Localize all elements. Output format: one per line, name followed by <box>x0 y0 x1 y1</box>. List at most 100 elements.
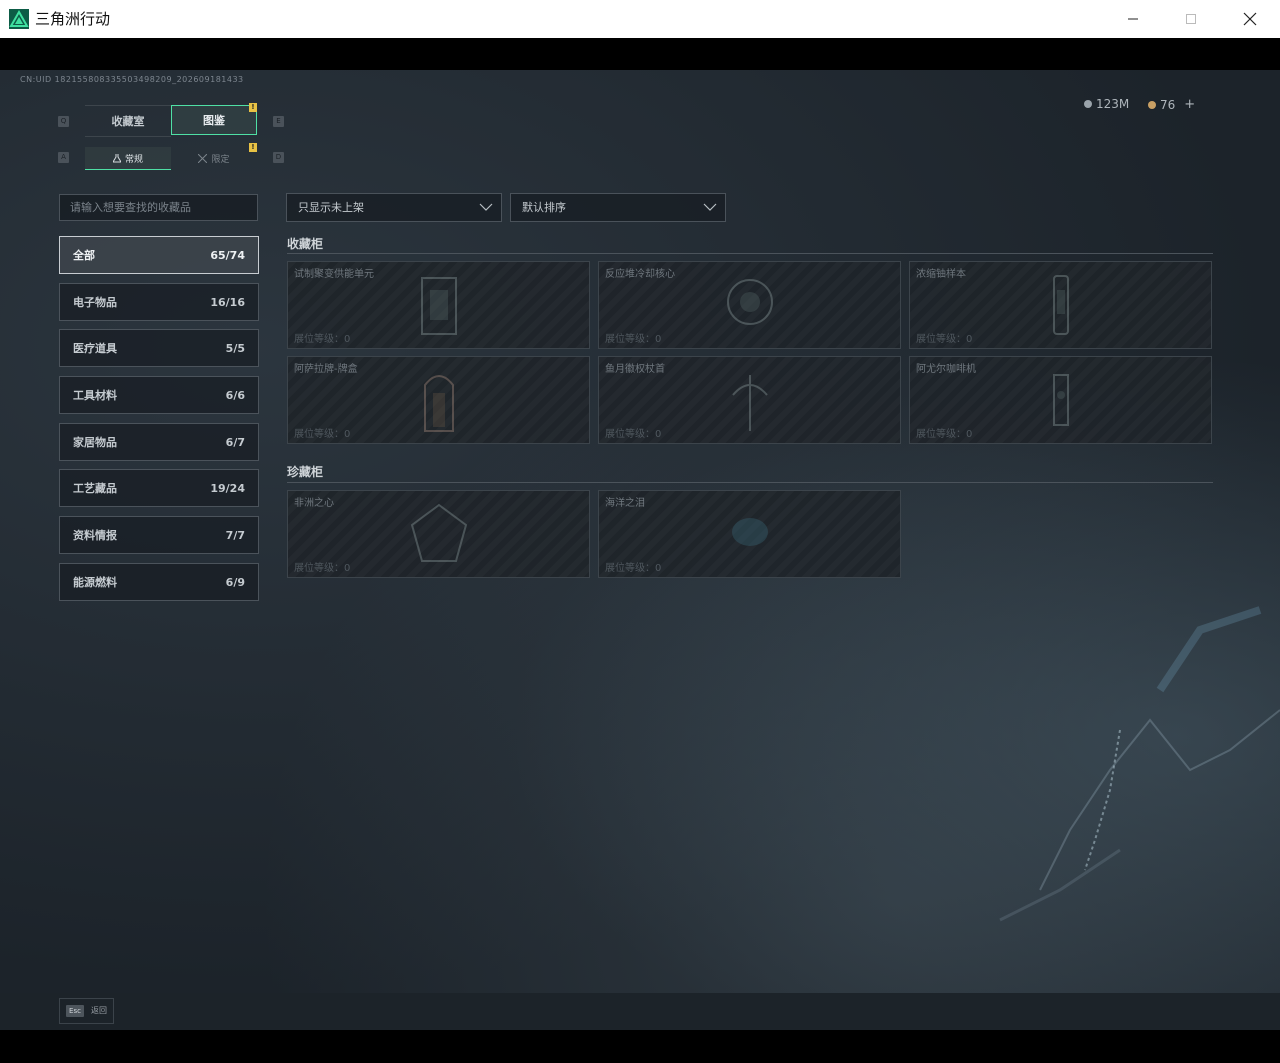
flask-icon <box>112 153 121 162</box>
uranium-sample-icon <box>1052 275 1069 335</box>
item-name: 阿萨拉牌-牌盒 <box>294 364 358 375</box>
category-all[interactable]: 全部 65/74 <box>59 236 259 274</box>
category-crafts[interactable]: 工艺藏品 19/24 <box>59 469 259 507</box>
item-name: 浓缩铀样本 <box>916 269 966 280</box>
currency-silver: 123M <box>1084 97 1129 111</box>
close-button[interactable] <box>1221 0 1279 38</box>
category-label: 电子物品 <box>73 296 117 309</box>
window-titlebar: 三角洲行动 <box>0 0 1280 38</box>
bottom-bar <box>0 993 1280 1030</box>
tab-collection-room[interactable]: 收藏室 <box>85 105 171 137</box>
game-viewport: CN:UID 18215580833550349820​9_2026091814… <box>0 70 1280 993</box>
item-name: 反应堆冷却核心 <box>605 269 675 280</box>
tab-codex-badge: ! <box>249 103 257 112</box>
tab-left-key-hint: Q <box>58 116 69 127</box>
item-level: 展位等级：0 <box>605 429 662 440</box>
currency-silver-value: 123M <box>1096 97 1130 111</box>
item-card[interactable]: 鱼月徽权杖首 展位等级：0 <box>598 356 901 444</box>
sort-dropdown[interactable]: 默认排序 <box>510 193 726 222</box>
unlisted-filter-dropdown[interactable]: 只显示未上架 <box>286 193 502 222</box>
gold-coin-icon <box>1148 100 1156 109</box>
tab-codex-label: 图鉴 <box>203 114 225 127</box>
subtab-left-key-hint: A <box>58 152 69 163</box>
search-placeholder: 请输入想要查找的收藏品 <box>70 201 191 214</box>
category-household[interactable]: 家居物品 6/7 <box>59 423 259 461</box>
back-label: 返回 <box>91 1006 107 1015</box>
category-label: 医疗道具 <box>73 342 117 355</box>
category-electronics[interactable]: 电子物品 16/16 <box>59 283 259 321</box>
dropdown-value: 只显示未上架 <box>298 201 364 214</box>
category-medical[interactable]: 医疗道具 5/5 <box>59 329 259 367</box>
subtab-right-key-hint: D <box>273 152 284 163</box>
item-level: 展位等级：0 <box>294 563 351 574</box>
tab-codex[interactable]: 图鉴 <box>171 105 257 135</box>
category-intel[interactable]: 资料情报 7/7 <box>59 516 259 554</box>
heart-of-africa-icon <box>410 503 467 562</box>
chevron-down-icon <box>703 203 717 211</box>
item-name: 海洋之泪 <box>605 498 645 509</box>
coffee-machine-icon <box>1052 374 1069 426</box>
currency-gold: 76 + <box>1148 97 1195 112</box>
item-card[interactable]: 试制聚变供能单元 展位等级：0 <box>287 261 590 349</box>
collection-search-input[interactable]: 请输入想要查找的收藏品 <box>59 194 258 221</box>
delta-force-logo-icon <box>9 9 29 29</box>
section-divider <box>287 482 1213 483</box>
item-card[interactable]: 阿萨拉牌-牌盒 展位等级：0 <box>287 356 590 444</box>
item-name: 非洲之心 <box>294 498 334 509</box>
item-card[interactable]: 非洲之心 展位等级：0 <box>287 490 590 578</box>
add-currency-button[interactable]: + <box>1184 97 1195 112</box>
chevron-down-icon <box>479 203 493 211</box>
scepter-head-icon <box>731 375 768 431</box>
section-title-collection-cabinet: 收藏柜 <box>287 237 324 251</box>
card-box-icon <box>423 375 454 432</box>
item-level: 展位等级：0 <box>916 334 973 345</box>
tear-of-ocean-icon <box>731 518 768 546</box>
subtab-limited[interactable]: 限定 <box>171 147 257 169</box>
item-level: 展位等级：0 <box>294 429 351 440</box>
category-count: 6/9 <box>225 575 245 589</box>
item-name: 鱼月徽权杖首 <box>605 364 665 375</box>
item-card[interactable]: 浓缩铀样本 展位等级：0 <box>909 261 1212 349</box>
item-level: 展位等级：0 <box>294 334 351 345</box>
item-card[interactable]: 反应堆冷却核心 展位等级：0 <box>598 261 901 349</box>
category-count: 16/16 <box>210 295 245 309</box>
window-title: 三角洲行动 <box>35 10 111 28</box>
subtab-regular[interactable]: 常规 <box>85 147 171 170</box>
item-level: 展位等级：0 <box>605 334 662 345</box>
subtab-regular-label: 常规 <box>124 154 143 165</box>
reactor-core-icon <box>726 279 773 325</box>
currency-gold-value: 76 <box>1160 97 1176 112</box>
category-count: 5/5 <box>225 341 245 355</box>
tab-right-key-hint: E <box>273 116 284 127</box>
category-label: 资料情报 <box>73 529 117 542</box>
category-label: 全部 <box>73 249 95 262</box>
item-name: 阿尤尔咖啡机 <box>916 364 976 375</box>
category-count: 19/24 <box>210 481 245 495</box>
category-label: 工具材料 <box>73 389 117 402</box>
silver-coin-icon <box>1084 100 1092 108</box>
category-tools[interactable]: 工具材料 6/6 <box>59 376 259 414</box>
category-count: 65/74 <box>210 248 245 262</box>
category-count: 6/6 <box>225 388 245 402</box>
subtab-limited-label: 限定 <box>211 154 230 165</box>
item-level: 展位等级：0 <box>916 429 973 440</box>
item-card[interactable]: 阿尤尔咖啡机 展位等级：0 <box>909 356 1212 444</box>
category-count: 7/7 <box>225 528 245 542</box>
section-divider <box>287 253 1213 254</box>
maximize-button[interactable] <box>1162 0 1220 38</box>
minimize-button[interactable] <box>1104 0 1162 38</box>
subtab-limited-badge: ! <box>249 143 257 152</box>
section-title-treasure-cabinet: 珍藏柜 <box>287 465 324 479</box>
maximize-icon <box>1186 14 1196 24</box>
dropdown-value: 默认排序 <box>522 201 566 214</box>
category-label: 家居物品 <box>73 436 117 449</box>
tab-collection-room-label: 收藏室 <box>111 115 145 128</box>
category-energy[interactable]: 能源燃料 6/9 <box>59 563 259 601</box>
fusion-cell-icon <box>420 277 457 335</box>
player-uid: CN:UID 18215580833550349820​9_2026091814… <box>20 75 244 84</box>
item-name: 试制聚变供能单元 <box>294 269 374 280</box>
close-icon <box>1243 12 1257 26</box>
esc-key-hint: Esc <box>66 1005 84 1017</box>
category-count: 6/7 <box>225 435 245 449</box>
item-card[interactable]: 海洋之泪 展位等级：0 <box>598 490 901 578</box>
